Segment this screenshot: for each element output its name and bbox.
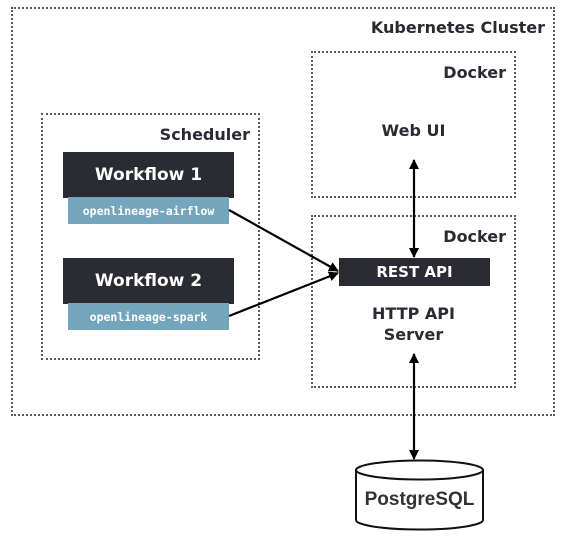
arrow-airflow-to-rest-api	[228, 209, 339, 272]
postgresql-label: PostgreSQL	[364, 489, 475, 510]
connections-layer	[228, 159, 484, 531]
arrow-spark-to-rest-api	[228, 271, 339, 318]
